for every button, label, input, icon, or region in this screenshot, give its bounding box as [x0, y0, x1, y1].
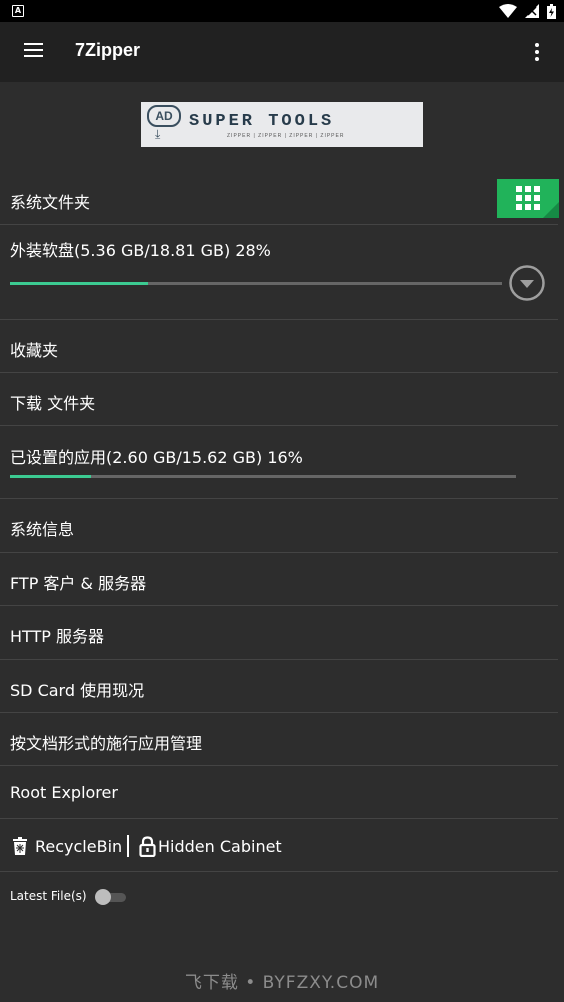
hidden-cabinet-button[interactable]: Hidden Cabinet [139, 834, 282, 858]
status-bar: A [0, 0, 564, 22]
installed-apps-progress [10, 475, 516, 478]
list-item-bins: RecycleBin Hidden Cabinet [0, 819, 558, 872]
installed-apps-progress-fill [10, 475, 91, 478]
divider [127, 835, 129, 857]
system-info-label: 系统信息 [10, 520, 75, 539]
wifi-icon [499, 4, 517, 18]
system-folder-label: 系统文件夹 [10, 193, 91, 212]
lock-icon [139, 835, 156, 857]
app-title: 7Zipper [75, 40, 141, 60]
ftp-label: FTP 客户 & 服务器 [10, 574, 147, 593]
installed-apps-label: 已设置的应用(2.60 GB/15.62 GB) 16% [10, 448, 303, 467]
corner-fold [543, 202, 559, 218]
latest-files-label: Latest File(s) [10, 889, 87, 903]
list-item-installed-apps[interactable]: 已设置的应用(2.60 GB/15.62 GB) 16% [0, 426, 558, 499]
list-item-download-folder[interactable]: 下载 文件夹 [0, 373, 558, 426]
recycle-bin-label: RecycleBin [35, 836, 123, 856]
app-manager-label: 按文档形式的施行应用管理 [10, 734, 203, 753]
http-label: HTTP 服务器 [10, 627, 105, 646]
ad-banner[interactable]: AD ⤓ SUPER TOOLS ZIPPER | ZIPPER | ZIPPE… [141, 102, 423, 147]
app-bar: 7Zipper [0, 22, 564, 82]
list-item-system-info[interactable]: 系统信息 [0, 499, 558, 553]
list-item-sd-card[interactable]: SD Card 使用现况 [0, 660, 558, 713]
notification-a-icon: A [12, 5, 24, 17]
list-item-ftp[interactable]: FTP 客户 & 服务器 [0, 553, 558, 606]
signal-icon [525, 4, 539, 18]
favorites-label: 收藏夹 [10, 341, 59, 360]
root-explorer-label: Root Explorer [10, 783, 118, 802]
ad-subtitle: ZIPPER | ZIPPER | ZIPPER | ZIPPER [227, 133, 345, 139]
list-item-favorites[interactable]: 收藏夹 [0, 320, 558, 373]
latest-files-toggle[interactable] [95, 889, 127, 905]
ad-title: SUPER TOOLS [189, 112, 335, 131]
external-storage-progress [10, 282, 502, 285]
download-folder-label: 下载 文件夹 [10, 394, 96, 413]
list-item-root-explorer[interactable]: Root Explorer [0, 766, 558, 819]
hidden-cabinet-label: Hidden Cabinet [158, 836, 282, 856]
toggle-knob [95, 889, 111, 905]
ad-badge: AD [147, 105, 181, 127]
list-item-app-manager[interactable]: 按文档形式的施行应用管理 [0, 713, 558, 766]
trash-icon [13, 837, 27, 855]
sd-card-label: SD Card 使用现况 [10, 681, 145, 700]
expand-dropdown-icon[interactable] [509, 265, 545, 301]
more-options-icon[interactable] [534, 43, 540, 61]
download-arrow-icon: ⤓ [155, 127, 161, 141]
external-storage-label: 外装软盘(5.36 GB/18.81 GB) 28% [10, 241, 271, 260]
hamburger-menu-icon[interactable] [24, 43, 44, 61]
status-icons [499, 3, 556, 19]
list-item-system-folder[interactable]: 系统文件夹 [0, 172, 558, 225]
watermark: 飞下载 • BYFZXY.COM [184, 973, 380, 993]
list-item-http[interactable]: HTTP 服务器 [0, 606, 558, 660]
list-item-external-storage[interactable]: 外装软盘(5.36 GB/18.81 GB) 28% [0, 225, 558, 320]
recycle-bin-button[interactable]: RecycleBin [10, 834, 122, 858]
grid-view-button[interactable] [497, 179, 559, 218]
external-storage-progress-fill [10, 282, 148, 285]
battery-icon [547, 3, 556, 19]
